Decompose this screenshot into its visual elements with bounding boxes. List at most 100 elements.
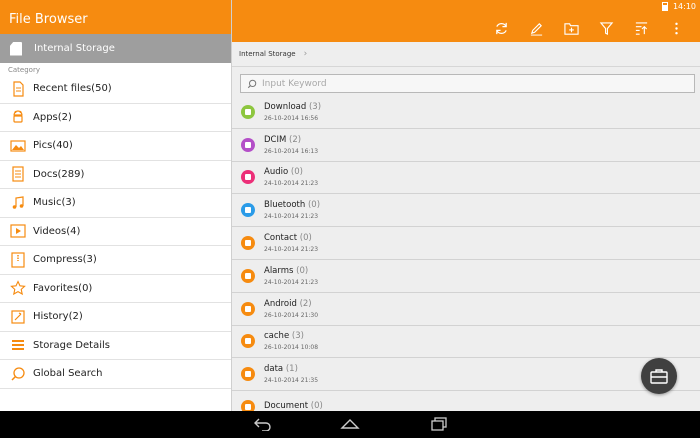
toolbox-fab-button[interactable] — [641, 358, 677, 394]
file-date: 24-10-2014 21:23 — [264, 213, 319, 221]
category-label: Videos(4) — [33, 225, 81, 237]
file-browser-app: File Browser Internal Storage Category R… — [0, 0, 700, 438]
status-time: 14:10 — [672, 2, 696, 11]
recent-apps-button[interactable] — [428, 416, 450, 432]
category-label: Favorites(0) — [33, 282, 93, 294]
history-icon — [10, 309, 26, 325]
category-item-pics[interactable]: Pics(40) — [0, 132, 231, 161]
file-row[interactable]: data (1) 24-10-2014 21:35 — [232, 358, 700, 392]
back-icon — [254, 418, 271, 431]
category-label: Docs(289) — [33, 168, 85, 180]
system-navigation-bar — [0, 411, 700, 438]
category-item-recent-files[interactable]: Recent files(50) — [0, 75, 231, 104]
new-folder-button[interactable] — [554, 17, 589, 39]
file-row[interactable]: Alarms (0) 24-10-2014 21:23 — [232, 260, 700, 293]
file-name: Audio — [264, 167, 289, 178]
file-item-count: (0) — [296, 265, 309, 276]
category-heading: Category — [8, 66, 40, 74]
refresh-icon — [496, 22, 507, 34]
file-row[interactable]: Document (0) — [232, 391, 700, 411]
category-label: Music(3) — [33, 197, 76, 209]
file-row[interactable]: Bluetooth (0) 24-10-2014 21:23 — [232, 194, 700, 228]
file-name: Document — [264, 400, 309, 411]
file-name: Bluetooth — [264, 200, 306, 211]
file-date: 24-10-2014 21:23 — [264, 278, 319, 286]
search-icon — [247, 79, 257, 88]
file-name: Download — [264, 101, 307, 112]
category-item-apps[interactable]: Apps(2) — [0, 104, 231, 132]
filter-button[interactable] — [589, 17, 624, 39]
breadcrumb: Internal Storage › — [232, 42, 700, 67]
category-item-videos[interactable]: Videos(4) — [0, 218, 231, 246]
sort-button[interactable] — [624, 17, 659, 39]
file-date: 26-10-2014 10:08 — [264, 344, 319, 352]
folder-icon — [241, 400, 255, 411]
star-icon — [10, 280, 26, 296]
right-panel: 14:10 Internal Storage › Input Keyword D… — [232, 0, 700, 411]
search-input[interactable] — [262, 78, 662, 89]
category-label: Recent files(50) — [33, 83, 112, 95]
folder-icon — [241, 268, 255, 283]
edit-button[interactable] — [519, 17, 554, 39]
more-options-button[interactable] — [659, 17, 694, 39]
file-item-count: (3) — [291, 331, 304, 342]
file-date: 24-10-2014 21:23 — [264, 246, 319, 254]
video-icon — [10, 223, 26, 239]
chevron-right-icon: › — [303, 49, 308, 59]
file-row[interactable]: Android (2) 26-10-2014 21:30 — [232, 293, 700, 326]
category-list: Recent files(50) Apps(2) Pics(40) Docs(2… — [0, 75, 231, 389]
search-box — [240, 74, 695, 93]
category-label: Apps(2) — [33, 111, 72, 123]
category-item-docs[interactable]: Docs(289) — [0, 161, 231, 189]
category-item-global-search[interactable]: Global Search — [0, 360, 231, 389]
storage-details-icon — [10, 337, 26, 353]
category-item-compress[interactable]: Compress(3) — [0, 246, 231, 275]
folder-icon — [241, 137, 255, 152]
file-date: 26-10-2014 16:56 — [264, 114, 319, 122]
file-name: Alarms — [264, 265, 294, 276]
file-row[interactable]: DCIM (2) 26-10-2014 16:13 — [232, 129, 700, 162]
file-row[interactable]: Contact (0) 24-10-2014 21:23 — [232, 227, 700, 260]
category-item-favorites[interactable]: Favorites(0) — [0, 275, 231, 303]
folder-icon — [241, 236, 255, 251]
file-item-count: (0) — [310, 400, 323, 411]
folder-icon — [241, 334, 255, 349]
file-item-count: (3) — [308, 101, 322, 112]
archive-icon — [10, 252, 26, 268]
category-label: Pics(40) — [33, 140, 73, 152]
category-label: Global Search — [33, 368, 103, 380]
category-item-music[interactable]: Music(3) — [0, 189, 231, 218]
file-date: 26-10-2014 16:13 — [264, 147, 319, 155]
filter-icon — [599, 21, 614, 35]
file-name: DCIM — [264, 134, 287, 145]
status-bar: 14:10 — [661, 2, 696, 11]
back-button[interactable] — [252, 416, 274, 432]
app-header: File Browser — [0, 0, 231, 34]
category-label: Storage Details — [33, 339, 110, 351]
file-name: Contact — [264, 233, 298, 244]
toolbar-header: 14:10 — [232, 0, 700, 42]
file-row[interactable]: Audio (0) 24-10-2014 21:23 — [232, 162, 700, 195]
category-item-history[interactable]: History(2) — [0, 303, 231, 332]
left-panel: File Browser Internal Storage Category R… — [0, 0, 232, 411]
file-item-count: (1) — [285, 364, 298, 375]
file-date: 24-10-2014 21:35 — [264, 377, 319, 385]
category-label: History(2) — [33, 311, 83, 323]
file-row[interactable]: Download (3) 26-10-2014 16:56 — [232, 96, 700, 129]
home-button[interactable] — [339, 416, 361, 432]
category-item-storage-details[interactable]: Storage Details — [0, 332, 231, 360]
file-row[interactable]: cache (3) 26-10-2014 10:08 — [232, 326, 700, 359]
internal-storage-label: Internal Storage — [34, 43, 115, 54]
recent-apps-icon — [431, 417, 447, 431]
file-date: 24-10-2014 21:23 — [264, 180, 319, 188]
folder-icon — [241, 367, 255, 382]
edit-icon — [530, 22, 543, 36]
folder-icon — [241, 170, 255, 185]
sort-icon — [635, 21, 648, 35]
file-item-count: (0) — [290, 167, 303, 178]
file-name: data — [264, 364, 284, 375]
battery-icon — [661, 2, 668, 11]
new-folder-icon — [564, 22, 579, 35]
breadcrumb-item[interactable]: Internal Storage — [239, 50, 296, 58]
refresh-button[interactable] — [484, 17, 519, 39]
